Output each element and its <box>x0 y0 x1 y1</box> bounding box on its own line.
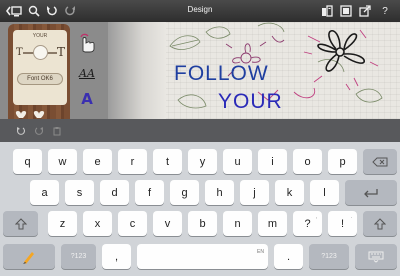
backspace-key[interactable] <box>363 149 397 174</box>
key-c[interactable]: c <box>118 211 147 236</box>
canvas-text-your[interactable]: YOUR <box>218 90 283 114</box>
space-key[interactable]: EN <box>137 244 268 269</box>
font-color-letter: A <box>81 90 93 108</box>
key-f[interactable]: f <box>135 180 164 205</box>
key-q[interactable]: q <box>13 149 42 174</box>
key-question-label: ? <box>304 217 311 230</box>
undo-icon[interactable] <box>14 124 28 138</box>
touch-tool-icon[interactable] <box>74 32 100 54</box>
key-h[interactable]: h <box>205 180 234 205</box>
share-icon[interactable] <box>357 3 373 19</box>
clipboard-icon[interactable] <box>319 3 335 19</box>
space-language-hint: EN <box>257 249 264 255</box>
key-y[interactable]: y <box>188 149 217 174</box>
key-k[interactable]: k <box>275 180 304 205</box>
paste-icon[interactable] <box>50 124 64 138</box>
font-select-button[interactable]: Font OK6 <box>17 73 63 85</box>
top-toolbar: Design ? <box>0 0 400 22</box>
key-question-sub: , <box>315 214 317 220</box>
key-g[interactable]: g <box>170 180 199 205</box>
shift-icon <box>374 217 386 229</box>
large-size-glyph: T <box>57 45 66 59</box>
key-d[interactable]: d <box>100 180 129 205</box>
return-key[interactable] <box>345 180 397 205</box>
key-p[interactable]: p <box>328 149 357 174</box>
key-exclamation[interactable]: ! . <box>328 211 357 236</box>
key-x[interactable]: x <box>83 211 112 236</box>
numbers-key-right[interactable]: ?123 <box>309 244 349 269</box>
key-u[interactable]: u <box>223 149 252 174</box>
key-v[interactable]: v <box>153 211 182 236</box>
key-z[interactable]: z <box>48 211 77 236</box>
text-style-icon[interactable]: AA <box>74 62 100 84</box>
key-i[interactable]: i <box>258 149 287 174</box>
key-t[interactable]: t <box>153 149 182 174</box>
size-slider-knob[interactable] <box>33 45 48 60</box>
key-comma[interactable]: , <box>102 244 131 269</box>
key-e[interactable]: e <box>83 149 112 174</box>
decor-hearts <box>15 111 45 118</box>
key-l[interactable]: l <box>310 180 339 205</box>
key-a[interactable]: a <box>30 180 59 205</box>
on-screen-keyboard: q w e r t y u i o p a s d f g h j k l z … <box>0 142 400 276</box>
return-icon <box>364 188 378 197</box>
key-question[interactable]: ? , <box>293 211 322 236</box>
key-w[interactable]: w <box>48 149 77 174</box>
key-m[interactable]: m <box>258 211 287 236</box>
style-panel: YOUR T T Font OK6 AA A <box>0 22 108 119</box>
shift-icon <box>14 217 27 229</box>
design-area: YOUR T T Font OK6 AA A FOLLOW YOUR <box>0 22 400 119</box>
redo-icon[interactable] <box>32 124 46 138</box>
keyboard-hide-icon <box>368 251 384 263</box>
small-size-glyph: T <box>16 47 23 58</box>
drawing-canvas[interactable]: FOLLOW YOUR <box>108 22 400 119</box>
key-b[interactable]: b <box>188 211 217 236</box>
font-color-icon[interactable]: A <box>74 88 100 110</box>
keyboard-toolbar <box>0 119 400 142</box>
key-period[interactable]: . <box>274 244 303 269</box>
swipe-pen-key[interactable] <box>3 244 55 269</box>
shift-key-left[interactable] <box>3 211 38 236</box>
canvas-text-follow[interactable]: FOLLOW <box>174 62 269 86</box>
shift-key-right[interactable] <box>363 211 397 236</box>
numbers-key-left[interactable]: ?123 <box>61 244 96 269</box>
backspace-icon <box>372 157 388 166</box>
key-n[interactable]: n <box>223 211 252 236</box>
key-r[interactable]: r <box>118 149 147 174</box>
key-exclamation-sub: . <box>350 214 352 220</box>
layers-icon[interactable] <box>338 3 354 19</box>
key-o[interactable]: o <box>293 149 322 174</box>
font-card: YOUR T T Font OK6 <box>13 30 67 105</box>
key-exclamation-label: ! <box>340 217 345 230</box>
key-j[interactable]: j <box>240 180 269 205</box>
key-s[interactable]: s <box>65 180 94 205</box>
font-card-label: YOUR <box>32 33 48 39</box>
hide-keyboard-key[interactable] <box>355 244 397 269</box>
tool-column: AA A <box>74 26 100 119</box>
help-icon[interactable]: ? <box>377 3 393 19</box>
swipe-pen-icon <box>23 251 34 264</box>
